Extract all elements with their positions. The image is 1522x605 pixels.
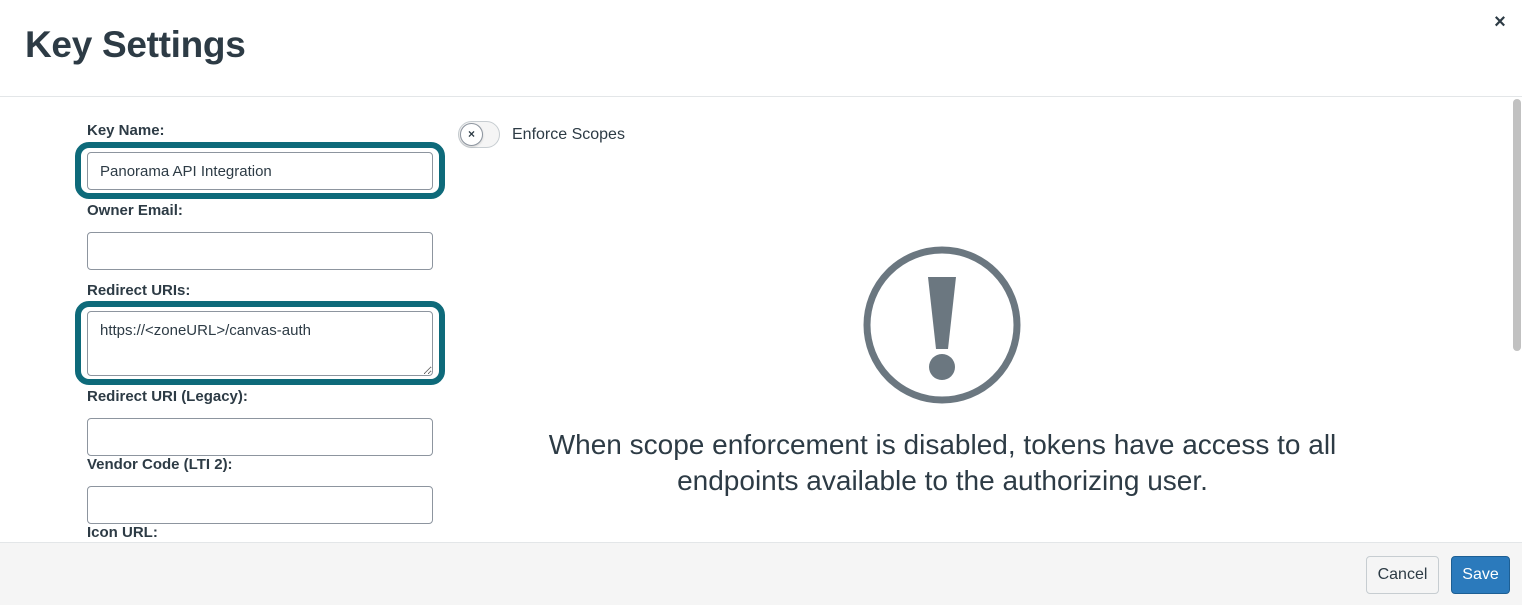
icon-url-label: Icon URL: (87, 524, 158, 541)
vendor-code-label: Vendor Code (LTI 2): (87, 456, 233, 473)
scrollbar-thumb[interactable] (1513, 99, 1521, 351)
scope-warning-text: When scope enforcement is disabled, toke… (548, 429, 1337, 496)
redirect-uris-textarea[interactable]: https://<zoneURL>/canvas-auth (87, 311, 433, 376)
cancel-button[interactable]: Cancel (1366, 556, 1439, 594)
vendor-code-input[interactable] (87, 486, 433, 524)
modal-body: Key Name: Owner Email: Redirect URIs: ht… (0, 97, 1522, 542)
enforce-scopes-label: Enforce Scopes (512, 126, 625, 143)
modal-title: Key Settings (25, 24, 246, 65)
enforce-scopes-toggle[interactable]: × (458, 121, 500, 148)
modal-footer: Cancel Save (0, 542, 1522, 605)
key-settings-modal: Key Settings × Key Name: Owner Email: Re… (0, 0, 1522, 605)
redirect-uri-legacy-input[interactable] (87, 418, 433, 456)
warning-exclamation-icon (863, 246, 1021, 404)
redirect-uris-label: Redirect URIs: (87, 282, 191, 299)
key-name-input[interactable] (87, 152, 433, 190)
owner-email-label: Owner Email: (87, 202, 183, 219)
toggle-off-x-icon: × (460, 123, 483, 146)
redirect-uri-legacy-label: Redirect URI (Legacy): (87, 388, 248, 405)
modal-header: Key Settings × (0, 0, 1522, 97)
save-button[interactable]: Save (1451, 556, 1510, 594)
key-name-label: Key Name: (87, 122, 165, 139)
close-icon[interactable]: × (1488, 10, 1512, 34)
owner-email-input[interactable] (87, 232, 433, 270)
